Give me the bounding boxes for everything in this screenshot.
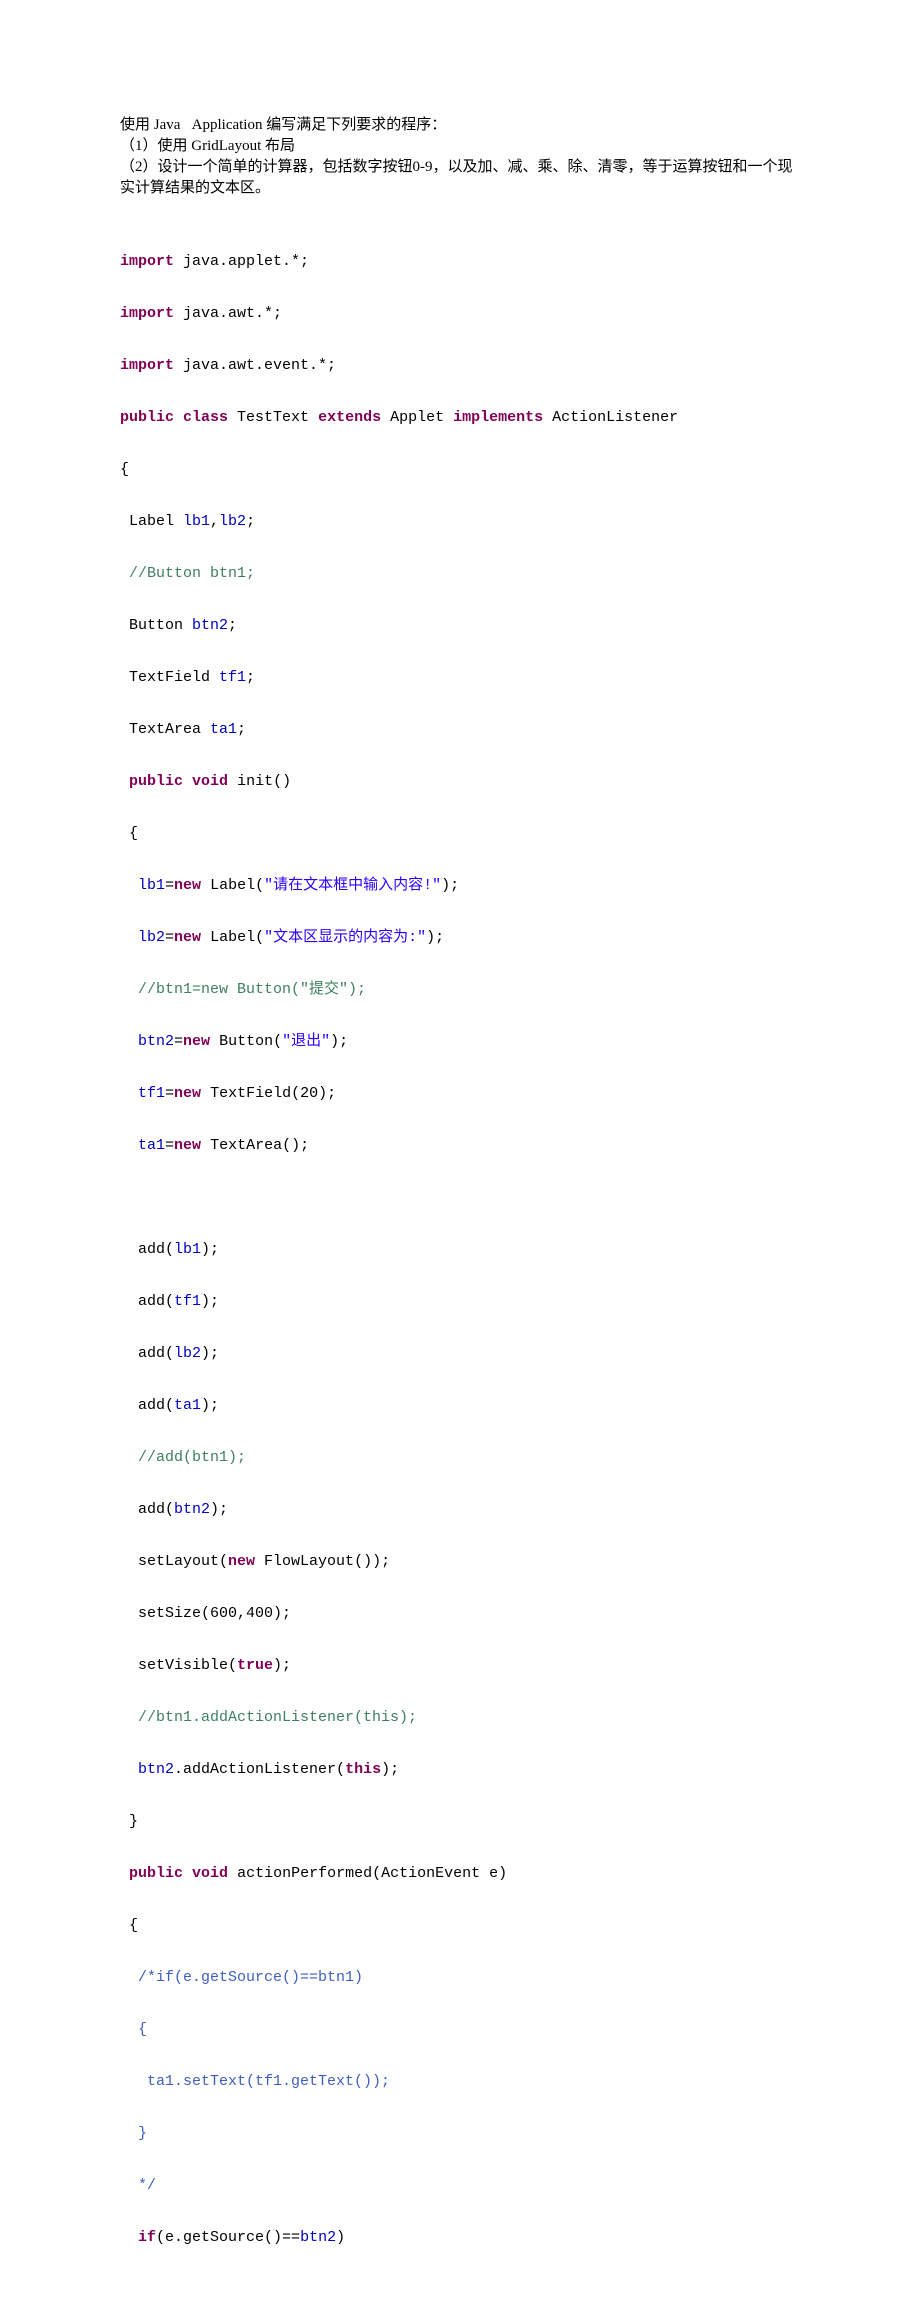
code-line: //btn1.addActionListener(this);: [120, 1705, 800, 1731]
code-line: {: [120, 1913, 800, 1939]
prose-line: 使用 Java Application 编写满足下列要求的程序：: [120, 115, 800, 136]
code-line: btn2=new Button("退出");: [120, 1029, 800, 1055]
code-line: setLayout(new FlowLayout());: [120, 1549, 800, 1575]
code-line: tf1=new TextField(20);: [120, 1081, 800, 1107]
code-line: [120, 1185, 800, 1211]
code-line: //Button btn1;: [120, 561, 800, 587]
code-line: TextArea ta1;: [120, 717, 800, 743]
code-line: }: [120, 2121, 800, 2147]
code-line: add(tf1);: [120, 1289, 800, 1315]
code-line: add(btn2);: [120, 1497, 800, 1523]
code-line: import java.awt.event.*;: [120, 353, 800, 379]
code-line: //add(btn1);: [120, 1445, 800, 1471]
code-line: add(lb1);: [120, 1237, 800, 1263]
code-line: lb2=new Label("文本区显示的内容为:");: [120, 925, 800, 951]
code-line: }: [120, 1809, 800, 1835]
prose-line: （1）使用 GridLayout 布局: [120, 136, 800, 157]
code-line: */: [120, 2173, 800, 2199]
code-block: import java.applet.*; import java.awt.*;…: [120, 223, 800, 2303]
code-line: {: [120, 457, 800, 483]
code-line: lb1=new Label("请在文本框中输入内容!");: [120, 873, 800, 899]
code-line: {: [120, 821, 800, 847]
code-line: public void actionPerformed(ActionEvent …: [120, 1861, 800, 1887]
code-line: ta1.setText(tf1.getText());: [120, 2069, 800, 2095]
code-line: Label lb1,lb2;: [120, 509, 800, 535]
code-line: btn2.addActionListener(this);: [120, 1757, 800, 1783]
code-line: if(e.getSource()==btn2): [120, 2225, 800, 2251]
code-line: {: [120, 2017, 800, 2043]
code-line: import java.applet.*;: [120, 249, 800, 275]
code-line: add(lb2);: [120, 1341, 800, 1367]
prose-line: （2）设计一个简单的计算器，包括数字按钮0-9，以及加、减、乘、除、清零，等于运…: [120, 157, 800, 199]
code-line: public void init(): [120, 769, 800, 795]
code-line: Button btn2;: [120, 613, 800, 639]
document-page: 使用 Java Application 编写满足下列要求的程序： （1）使用 G…: [0, 0, 920, 2303]
code-line: //btn1=new Button("提交");: [120, 977, 800, 1003]
code-line: TextField tf1;: [120, 665, 800, 691]
code-line: setVisible(true);: [120, 1653, 800, 1679]
code-line: import java.awt.*;: [120, 301, 800, 327]
code-line: ta1=new TextArea();: [120, 1133, 800, 1159]
code-line: add(ta1);: [120, 1393, 800, 1419]
problem-statement: 使用 Java Application 编写满足下列要求的程序： （1）使用 G…: [120, 115, 800, 199]
code-line: setSize(600,400);: [120, 1601, 800, 1627]
code-line: public class TestText extends Applet imp…: [120, 405, 800, 431]
code-line: /*if(e.getSource()==btn1): [120, 1965, 800, 1991]
